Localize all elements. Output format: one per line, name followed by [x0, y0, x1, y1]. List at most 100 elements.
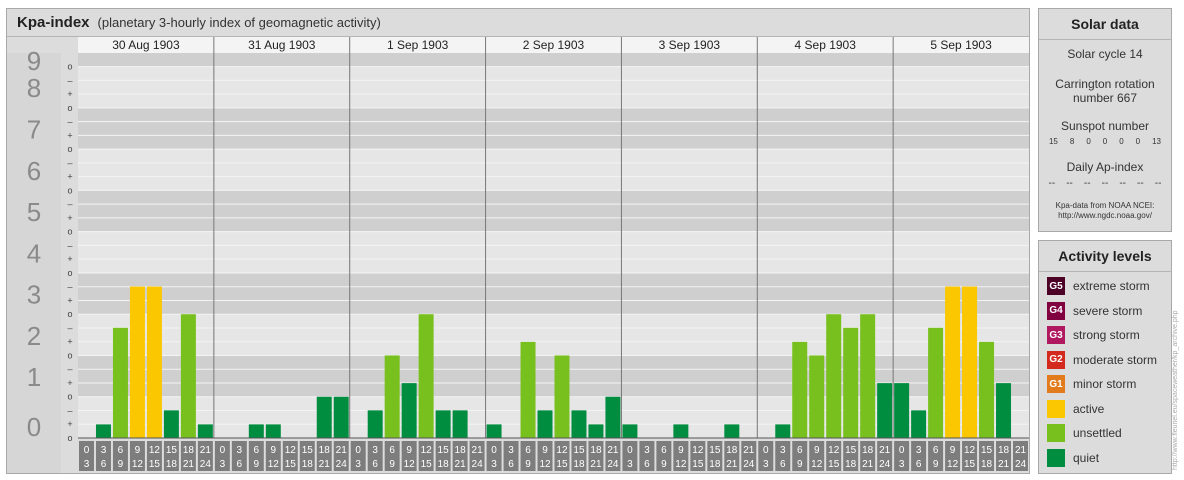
day-label: 1 Sep 1903 — [387, 38, 449, 52]
hour-start-label: 21 — [1015, 445, 1027, 456]
kp-bar — [809, 355, 825, 438]
legend-label: moderate storm — [1073, 352, 1158, 367]
hour-end-label: 15 — [964, 459, 976, 470]
legend-label: unsettled — [1073, 426, 1122, 441]
y-minor-label: – — [67, 240, 72, 250]
kp-bar — [843, 327, 859, 438]
hour-end-label: 6 — [237, 459, 243, 470]
hour-start-label: 0 — [763, 445, 769, 456]
kp-bar — [894, 383, 910, 438]
y-minor-label: – — [67, 405, 72, 415]
kp-bar — [588, 424, 604, 438]
hour-start-label: 12 — [828, 445, 840, 456]
hour-end-label: 12 — [268, 459, 280, 470]
hour-end-label: 3 — [220, 459, 226, 470]
kp-bar — [333, 396, 349, 438]
kp-bar — [979, 341, 995, 438]
day-label: 4 Sep 1903 — [795, 38, 857, 52]
y-minor-label: o — [67, 144, 72, 154]
sunspot-value: 0 — [1086, 137, 1091, 146]
sunspot-value: 13 — [1152, 137, 1161, 146]
hour-start-label: 6 — [525, 445, 531, 456]
hour-start-label: 6 — [661, 445, 667, 456]
kp-bar — [112, 327, 128, 438]
hour-start-label: 15 — [845, 445, 857, 456]
legend-item-minor-storm: G1 minor storm — [1039, 372, 1171, 397]
hour-end-label: 15 — [692, 459, 704, 470]
legend-label: severe storm — [1073, 303, 1143, 318]
legend-swatch: G1 — [1047, 375, 1065, 394]
chart-subtitle: (planetary 3-hourly index of geomagnetic… — [97, 15, 381, 30]
y-minor-label: o — [67, 62, 72, 72]
source-watermark: http://www.fleuriel.eu/spaceweather/kp_a… — [1172, 310, 1179, 470]
legend-swatch: G5 — [1047, 277, 1065, 296]
day-label: 3 Sep 1903 — [659, 38, 721, 52]
legend-label: minor storm — [1073, 377, 1137, 392]
hour-end-label: 18 — [981, 459, 993, 470]
hour-end-label: 18 — [573, 459, 585, 470]
kp-bar — [435, 410, 451, 438]
ap-value: -- — [1119, 178, 1126, 189]
y-minor-label: + — [67, 378, 72, 388]
legend-swatch — [1047, 424, 1065, 443]
kp-bar — [928, 327, 944, 438]
day-label: 2 Sep 1903 — [523, 38, 585, 52]
kp-bar — [95, 424, 111, 438]
legend-item-strong-storm: G3 strong storm — [1039, 323, 1171, 348]
y-minor-label: + — [67, 172, 72, 182]
kp-bar — [180, 314, 196, 438]
kp-band — [78, 314, 1029, 356]
kp-bar — [248, 424, 264, 438]
hour-start-label: 12 — [556, 445, 568, 456]
hour-start-label: 6 — [254, 445, 260, 456]
hour-start-label: 18 — [998, 445, 1010, 456]
hour-end-label: 18 — [709, 459, 721, 470]
hour-end-label: 18 — [166, 459, 178, 470]
hour-start-label: 3 — [237, 445, 243, 456]
y-minor-label: o — [67, 103, 72, 113]
y-minor-label: + — [67, 130, 72, 140]
ap-index-title: Daily Ap-index — [1066, 160, 1144, 174]
hour-start-label: 21 — [607, 445, 619, 456]
activity-legend: G5 extreme storm G4 severe storm G3 strong st… — [1039, 272, 1171, 470]
legend-item-moderate-storm: G2 moderate storm — [1039, 348, 1171, 373]
hour-end-label: 21 — [726, 459, 738, 470]
y-minor-label: o — [67, 433, 72, 443]
hour-end-label: 18 — [302, 459, 314, 470]
hour-start-label: 18 — [862, 445, 874, 456]
hour-end-label: 18 — [845, 459, 857, 470]
hour-start-label: 12 — [285, 445, 297, 456]
hour-end-label: 12 — [811, 459, 823, 470]
hour-start-label: 9 — [678, 445, 684, 456]
hour-end-label: 24 — [200, 459, 212, 470]
kp-band — [78, 53, 1029, 67]
hour-start-label: 0 — [899, 445, 905, 456]
legend-label: extreme storm — [1073, 279, 1150, 294]
kp-bar — [486, 424, 502, 438]
y-major-label: 0 — [27, 412, 41, 442]
ap-value: -- — [1137, 178, 1144, 189]
hour-start-label: 18 — [726, 445, 738, 456]
legend-item-severe-storm: G4 severe storm — [1039, 299, 1171, 324]
credit-link[interactable]: http://www.ngdc.noaa.gov/ — [1039, 211, 1171, 221]
hour-end-label: 12 — [947, 459, 959, 470]
hour-start-label: 21 — [743, 445, 755, 456]
carrington-rotation-line2: number 667 — [1072, 91, 1138, 105]
kp-bar — [860, 314, 876, 438]
carrington-rotation-line1: Carrington rotation — [1055, 77, 1155, 91]
legend-label: active — [1073, 401, 1105, 416]
y-minor-label: – — [67, 199, 72, 209]
hour-end-label: 6 — [372, 459, 378, 470]
legend-swatch: G4 — [1047, 301, 1065, 320]
y-major-label: 3 — [27, 280, 41, 310]
activity-levels-title: Activity levels — [1039, 241, 1171, 272]
y-major-label: 9 — [27, 46, 41, 76]
hour-start-label: 3 — [780, 445, 786, 456]
hour-start-label: 12 — [421, 445, 433, 456]
sunspot-title: Sunspot number — [1060, 119, 1150, 133]
y-major-label: 7 — [27, 115, 41, 145]
y-major-label: 8 — [27, 73, 41, 103]
hour-start-label: 9 — [135, 445, 141, 456]
kp-bar — [622, 424, 638, 438]
y-minor-label: + — [67, 419, 72, 429]
